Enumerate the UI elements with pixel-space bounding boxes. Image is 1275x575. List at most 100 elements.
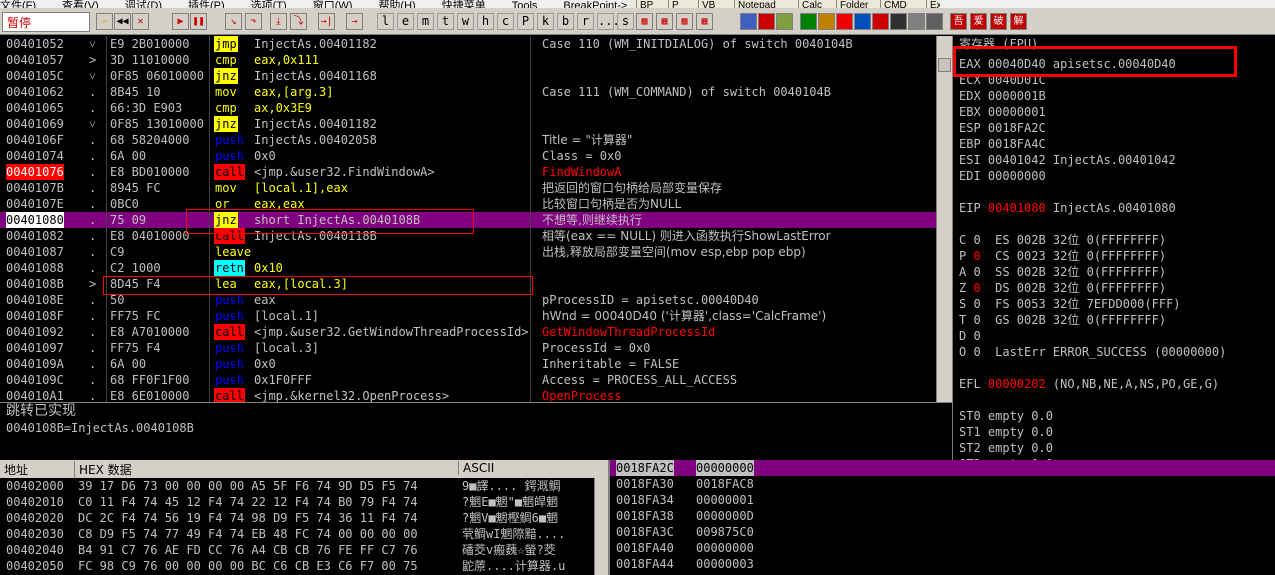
menu-item[interactable]: 查看(V) — [62, 0, 99, 8]
disasm-row[interactable]: 00401074. 6A 00 push 0x0 Class = 0x0 — [0, 148, 936, 164]
register-row[interactable]: ST2 empty 0.0 — [959, 440, 1053, 456]
dump-row[interactable]: 00402030 C8 D9 F5 74 77 49 F4 74 EB 48 FC… — [0, 526, 594, 542]
disasm-address[interactable]: 00401057 — [6, 52, 64, 68]
registers-pane[interactable]: 寄存器 (FPU) EAX 00040D40 apisetsc.00040D40… — [952, 36, 1275, 460]
toolbar-window-button[interactable]: l — [377, 13, 394, 30]
plugin-icon-1[interactable] — [740, 13, 757, 30]
disassembly-pane[interactable]: 00401052 ˅ E9 2B010000 jmp InjectAs.00401182… — [0, 36, 936, 402]
disasm-row[interactable]: 0040106F. 68 58204000 push InjectAs.0040205… — [0, 132, 936, 148]
plugin-icon-6[interactable] — [836, 13, 853, 30]
disasm-address[interactable]: 00401074 — [6, 148, 64, 164]
disasm-row[interactable]: 00401057 >3D 11010000 cmp eax,0x111 — [0, 52, 936, 68]
execute-till-return-icon[interactable]: →| — [318, 13, 335, 30]
dump-scrollbar[interactable] — [594, 478, 608, 575]
disasm-address[interactable]: 00401052 — [6, 36, 64, 52]
close-icon[interactable]: ✕ — [132, 13, 149, 30]
step-into-icon[interactable]: ↘ — [225, 13, 242, 30]
disasm-row[interactable]: 00401097. FF75 F4 push [local.3] ProcessId =… — [0, 340, 936, 356]
disasm-address[interactable]: 00401065 — [6, 100, 64, 116]
register-row[interactable]: EFL 00000202 (NO,NB,NE,A,NS,PO,GE,G) — [959, 376, 1219, 392]
register-row[interactable]: EAX 00040D40 apisetsc.00040D40 — [959, 56, 1176, 72]
dump-addr-header[interactable]: 地址 — [4, 461, 28, 478]
disasm-row[interactable]: 004010A1. E8 6E010000 call <jmp.&kernel32.O… — [0, 388, 936, 402]
stack-row[interactable]: 0018FA3C 009875C0 — [610, 524, 1275, 540]
toolbar-window-button[interactable]: e — [397, 13, 414, 30]
rewind-icon[interactable]: ◀◀ — [114, 13, 131, 30]
dump-ascii-header[interactable]: ASCII — [458, 461, 494, 475]
plugin-icon-4[interactable] — [800, 13, 817, 30]
register-row[interactable]: EBP 0018FA4C — [959, 136, 1046, 152]
disasm-address[interactable]: 0040108F — [6, 308, 64, 324]
trace-into-icon[interactable]: ⤓ — [270, 13, 287, 30]
disasm-address[interactable]: 00401069 — [6, 116, 64, 132]
register-row[interactable]: ECX 0040D01C — [959, 72, 1046, 88]
register-row[interactable]: EDX 0000001B — [959, 88, 1046, 104]
toolbar-window-button[interactable]: P — [517, 13, 534, 30]
thread-icon[interactable]: ▦ — [696, 13, 713, 30]
plugin-icon-8[interactable] — [872, 13, 889, 30]
toolbar-window-button[interactable]: k — [537, 13, 554, 30]
disasm-address[interactable]: 00401087 — [6, 244, 64, 260]
register-row[interactable]: EIP 00401080 InjectAs.00401080 — [959, 200, 1176, 216]
open-icon[interactable]: ▰ — [96, 13, 113, 30]
register-row[interactable]: P 0 CS 0023 32位 0(FFFFFFFF) — [959, 248, 1166, 264]
menu-item[interactable]: 选项(T) — [251, 0, 287, 8]
disasm-row[interactable]: 00401069 ˅ 0F85 13010000 jnz InjectAs.004011… — [0, 116, 936, 132]
stack-row[interactable]: 0018FA38 0000000D — [610, 508, 1275, 524]
register-row[interactable]: S 0 FS 0053 32位 7EFDD000(FFF) — [959, 296, 1181, 312]
disasm-address[interactable]: 0040109A — [6, 356, 64, 372]
disasm-address[interactable]: 0040107B — [6, 180, 64, 196]
disasm-address[interactable]: 0040105C — [6, 68, 64, 84]
disasm-row[interactable]: 00401065. 66:3D E903 cmp ax,0x3E9 — [0, 100, 936, 116]
menu-item[interactable]: BreakPoint-> — [563, 0, 627, 8]
register-row[interactable]: ST1 empty 0.0 — [959, 424, 1053, 440]
toolbar-window-button[interactable]: b — [557, 13, 574, 30]
disasm-row[interactable]: 0040107E. 0BC0 or eax,eax 比较窗口句柄是否为NULL — [0, 196, 936, 212]
register-row[interactable]: O 0 LastErr ERROR_SUCCESS (00000000) — [959, 344, 1226, 360]
stack-row[interactable]: 0018FA40 00000000 — [610, 540, 1275, 556]
menu-item[interactable]: 帮助(H) — [378, 0, 415, 8]
register-row[interactable]: ESP 0018FA2C — [959, 120, 1046, 136]
toolbar-window-button[interactable]: m — [417, 13, 434, 30]
trace-over-icon[interactable]: ⤵ — [290, 13, 307, 30]
disasm-row[interactable]: 0040107B. 8945 FC mov [local.1],eax 把返回的窗口句柄… — [0, 180, 936, 196]
toolbar-window-button[interactable]: w — [457, 13, 474, 30]
stack-row[interactable]: 0018FA30 0018FAC8 — [610, 476, 1275, 492]
disasm-row[interactable]: 00401082. E8 04010000 call InjectAs.0040118… — [0, 228, 936, 244]
toolbar-window-button[interactable]: ... — [597, 13, 620, 30]
scroll-thumb[interactable] — [938, 58, 951, 72]
plugin-icon-5[interactable] — [818, 13, 835, 30]
plugin-icon-2[interactable] — [758, 13, 775, 30]
goto-icon[interactable]: → — [346, 13, 363, 30]
stack-row[interactable]: 0018FA2C 00000000 — [610, 460, 1275, 476]
dump-row[interactable]: 00402040 B4 91 C7 76 AE FD CC 76 A4 CB CB… — [0, 542, 594, 558]
disasm-row[interactable]: 00401087. C9 leave 出栈,释放局部变量空间(mov esp,ebp … — [0, 244, 936, 260]
dump-row[interactable]: 00402020 DC 2C F4 74 56 19 F4 74 98 D9 F5… — [0, 510, 594, 526]
stack-row[interactable]: 0018FA34 00000001 — [610, 492, 1275, 508]
toolbar-window-button[interactable]: s — [617, 13, 634, 30]
plugin-icon-10[interactable] — [908, 13, 925, 30]
menu-item[interactable]: 文件(F) — [0, 0, 36, 8]
disasm-address[interactable]: 0040106F — [6, 132, 64, 148]
disasm-address[interactable]: 00401076 — [6, 164, 64, 180]
disasm-address[interactable]: 00401097 — [6, 340, 64, 356]
menu-item[interactable]: 窗口(W) — [313, 0, 353, 8]
register-row[interactable]: D 0 — [959, 328, 981, 344]
menu-item[interactable]: 插件(P) — [188, 0, 225, 8]
disasm-row[interactable]: 00401076. E8 BD010000 call <jmp.&user32.Fin… — [0, 164, 936, 180]
disasm-address[interactable]: 004010A1 — [6, 388, 64, 402]
register-row[interactable]: EDI 00000000 — [959, 168, 1046, 184]
stack-row[interactable]: 0018FA44 00000003 — [610, 556, 1275, 572]
disasm-row[interactable]: 00401052 ˅ E9 2B010000 jmp InjectAs.00401182… — [0, 36, 936, 52]
pause-icon[interactable]: ❚❚ — [190, 13, 207, 30]
disasm-row[interactable]: 0040109A. 6A 00 push 0x0 Inheritable = FALSE — [0, 356, 936, 372]
disasm-address[interactable]: 00401088 — [6, 260, 64, 276]
register-row[interactable]: EBX 00000001 — [959, 104, 1046, 120]
disassembly-scrollbar[interactable] — [936, 36, 952, 402]
disasm-row[interactable]: 0040108E. 50 push eax pProcessID = apisetsc.… — [0, 292, 936, 308]
register-icon[interactable]: ▦ — [636, 13, 653, 30]
plugin-icon-3[interactable] — [776, 13, 793, 30]
disasm-address[interactable]: 0040107E — [6, 196, 64, 212]
step-over-icon[interactable]: ↷ — [245, 13, 262, 30]
run-icon[interactable]: ▶ — [172, 13, 189, 30]
